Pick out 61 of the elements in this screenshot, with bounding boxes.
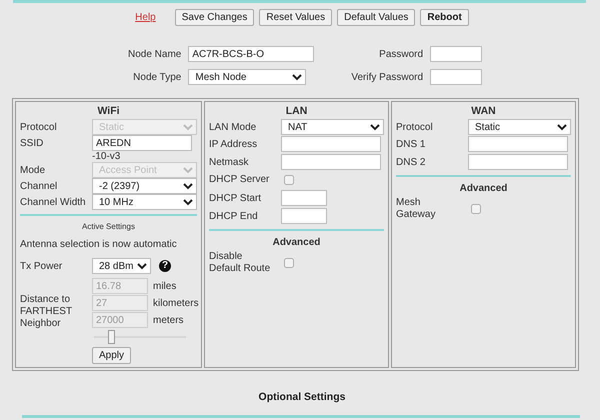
checkbox[interactable] (284, 258, 294, 268)
input-field[interactable] (468, 154, 568, 170)
field-label: Channel Width (20, 196, 87, 208)
unit-label: meters (153, 314, 185, 326)
toolbar-button[interactable]: Reboot (420, 9, 469, 26)
field-label: Channel (20, 180, 58, 192)
help-icon[interactable]: ? (159, 260, 171, 272)
field-label: Distance to FARTHEST Neighbor (20, 294, 73, 330)
panel-title: WiFi (96, 105, 121, 117)
field-label: Verify Password (351, 72, 424, 82)
unit-label: kilometers (153, 298, 199, 308)
section-title: Optional Settings (258, 391, 346, 403)
input-field[interactable] (468, 136, 568, 152)
field-label: Tx Power (20, 260, 64, 272)
dropdown[interactable]: Static (468, 119, 571, 135)
ssid-field[interactable]: AREDN (92, 135, 192, 151)
field-label: Protocol (20, 122, 58, 132)
field-label: Node Name (128, 48, 182, 60)
dropdown[interactable]: 10 MHz (92, 194, 197, 210)
field-label: IP Address (209, 138, 258, 150)
field-label: LAN Mode (209, 122, 258, 132)
node-name-field[interactable]: AC7R-BCS-B-O (188, 46, 314, 62)
dropdown[interactable]: 28 dBm (92, 258, 151, 274)
apply-button[interactable]: Apply (92, 347, 132, 364)
section-heading: Advanced (272, 237, 322, 248)
field-label: Node Type (132, 72, 182, 82)
field-label: DNS 2 (396, 156, 426, 168)
section-subheading: Active Settings (81, 222, 136, 231)
ssid-suffix: -10-v3 (92, 151, 122, 162)
field-label: DHCP Start (209, 192, 262, 204)
field-label: Mode (20, 164, 46, 176)
field-label: Disable Default Route (209, 251, 272, 275)
checkbox[interactable] (471, 204, 481, 214)
info-text: Antenna selection is now automatic (20, 239, 178, 250)
panel-title: LAN (284, 105, 308, 117)
field-label: Mesh Gateway (396, 197, 436, 221)
unit-label: miles (153, 280, 178, 292)
field-label: Password (378, 48, 424, 60)
section-heading: Advanced (458, 183, 508, 194)
slider-thumb[interactable] (108, 330, 116, 344)
field-label: DNS 1 (396, 138, 426, 150)
input-field[interactable] (281, 190, 327, 206)
password-field[interactable] (430, 46, 482, 62)
checkbox[interactable] (284, 175, 294, 185)
field-label: SSID (20, 138, 44, 148)
toolbar-button[interactable]: Reset Values (259, 9, 332, 26)
dropdown[interactable]: -2 (2397) (92, 178, 197, 194)
dropdown[interactable]: NAT (281, 119, 384, 135)
help-link[interactable]: Help (135, 12, 156, 23)
input-field[interactable] (281, 136, 381, 152)
field-label: Netmask (209, 156, 250, 168)
panel-title: WAN (470, 105, 497, 117)
input-field[interactable] (281, 154, 381, 170)
node-type-select[interactable]: Mesh Node (188, 69, 306, 85)
field-label: DHCP Server (209, 174, 270, 186)
field-label: DHCP End (209, 210, 259, 222)
input-field[interactable] (281, 208, 327, 224)
password-field[interactable] (430, 69, 482, 85)
toolbar-button[interactable]: Save Changes (174, 9, 254, 26)
toolbar-button[interactable]: Default Values (337, 9, 416, 26)
field-label: Protocol (396, 122, 434, 132)
